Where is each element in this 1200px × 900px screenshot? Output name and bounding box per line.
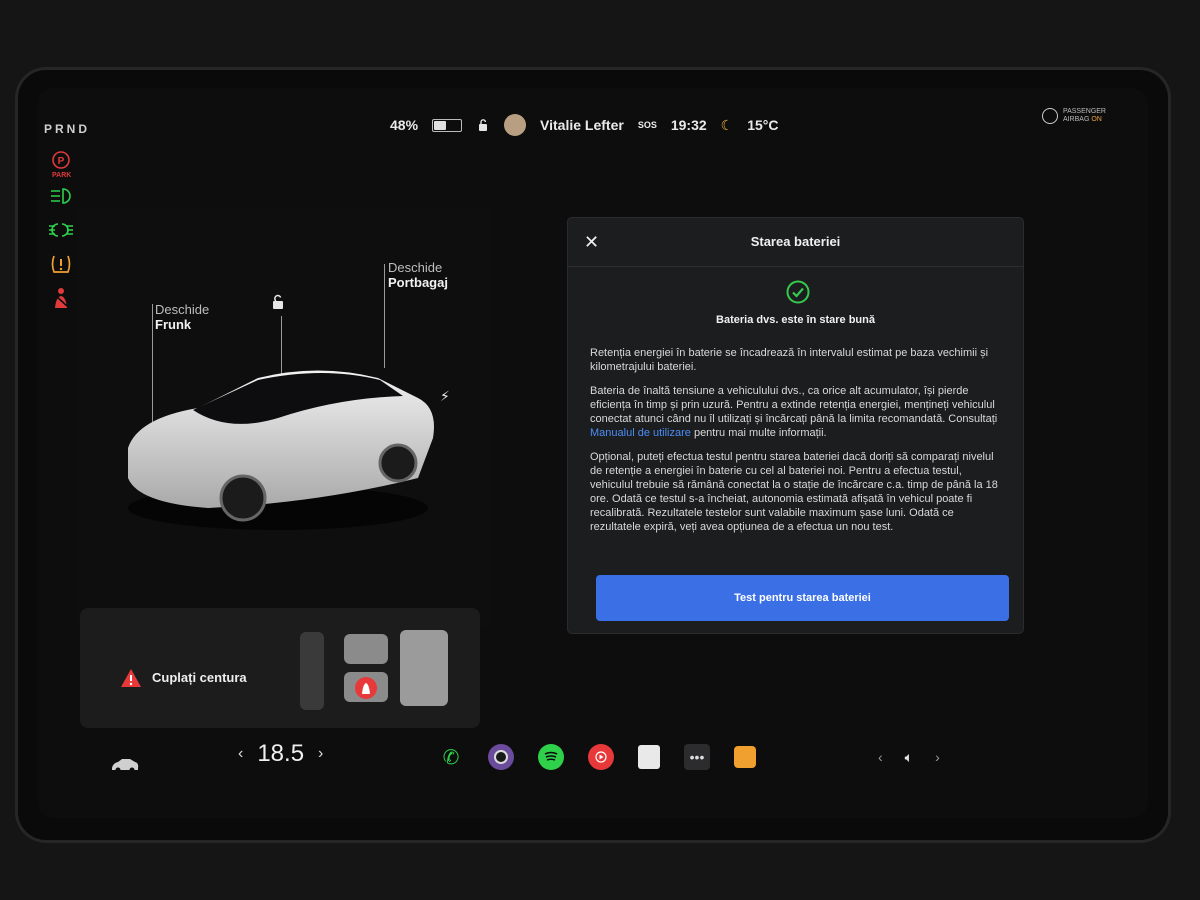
dialog-body: Retenția energiei în baterie se încadrea…	[590, 346, 1005, 544]
climate-control: ‹ 18.5 ›	[238, 740, 323, 768]
frunk-action: Deschide	[155, 302, 210, 317]
trunk-name: Portbagaj	[388, 275, 448, 290]
airbag-state: ON	[1091, 116, 1102, 123]
youtube-music-icon[interactable]	[588, 744, 614, 770]
battery-percent: 48%	[390, 117, 419, 133]
camera-icon[interactable]	[488, 744, 514, 770]
paragraph-retention: Retenția energiei în baterie se încadrea…	[590, 347, 989, 373]
frunk-label[interactable]: Deschide Frunk	[155, 302, 209, 332]
temp-down-button[interactable]: ‹	[238, 745, 243, 763]
cabin-temperature[interactable]: 18.5	[257, 740, 304, 768]
top-status-bar: PRND 48% Vitalie Lefter SOS 19:32 ☾ 15°C…	[38, 88, 1148, 158]
battery-health-dialog: ✕ Starea bateriei Bateria dvs. este în s…	[568, 218, 1023, 633]
calendar-icon[interactable]	[638, 745, 660, 769]
seatbelt-message: Cuplați centura	[152, 670, 247, 685]
park-label: PARK	[52, 172, 72, 179]
lock-icon[interactable]	[476, 118, 490, 132]
more-apps-icon[interactable]: •••	[684, 744, 710, 770]
seatbelt-warning-icon	[48, 286, 74, 310]
unlock-icon[interactable]	[270, 294, 286, 315]
app-dock: ✆ •••	[438, 744, 756, 770]
battery-test-button[interactable]: Test pentru starea bateriei	[596, 575, 1009, 621]
avatar[interactable]	[504, 114, 527, 136]
moon-icon: ☾	[720, 116, 734, 133]
svg-text:P: P	[58, 156, 65, 167]
toybox-icon[interactable]	[734, 746, 756, 768]
volume-control[interactable]: ‹ 🔈︎ ›	[878, 749, 940, 766]
battery-icon	[432, 118, 463, 132]
spotify-icon[interactable]	[538, 744, 564, 770]
sos-icon[interactable]: SOS	[638, 120, 657, 130]
dialog-header: ✕ Starea bateriei	[568, 218, 1023, 267]
profile-name[interactable]: Vitalie Lefter	[540, 117, 624, 133]
temp-up-button[interactable]: ›	[318, 745, 323, 763]
volume-down-icon[interactable]: ‹	[878, 749, 883, 766]
passenger-airbag-status: PASSENGER AIRBAG ON	[1041, 108, 1106, 124]
volume-up-icon[interactable]: ›	[935, 749, 940, 766]
warning-triangle-icon	[120, 668, 142, 693]
manual-link[interactable]: Manualul de utilizare	[590, 427, 691, 439]
bottom-bar: ‹ 18.5 › ✆ ••• ‹ 🔈︎ ›	[38, 738, 1148, 818]
clock: 19:32	[670, 117, 707, 133]
fog-light-icon	[48, 218, 74, 242]
low-beam-icon	[48, 184, 74, 208]
airbag-line2: AIRBAG	[1062, 116, 1090, 123]
outside-temperature: 15°C	[747, 117, 779, 133]
battery-status: Bateria dvs. este în stare bună	[716, 314, 875, 326]
seat-map	[300, 622, 460, 714]
status-cluster: 48% Vitalie Lefter SOS 19:32 ☾ 15°C	[390, 114, 778, 136]
park-brake-icon: P	[48, 150, 74, 174]
gear-indicator: PRND	[44, 122, 91, 136]
trunk-label[interactable]: Deschide Portbagaj	[388, 260, 448, 290]
paragraph-care: Bateria de înaltă tensiune a vehiculului…	[590, 385, 998, 439]
airbag-icon	[1041, 108, 1058, 124]
speaker-icon[interactable]: 🔈︎	[905, 749, 913, 766]
phone-icon[interactable]: ✆	[438, 744, 464, 770]
check-circle-icon	[786, 280, 810, 304]
car-icon[interactable]	[110, 757, 140, 778]
frunk-name: Frunk	[155, 317, 192, 332]
airbag-line1: PASSENGER	[1062, 108, 1106, 115]
paragraph-test: Opțional, puteți efectua testul pentru s…	[590, 451, 998, 533]
touchscreen: PRND 48% Vitalie Lefter SOS 19:32 ☾ 15°C…	[38, 88, 1148, 818]
seatbelt-card: Cuplați centura	[80, 608, 480, 728]
dialog-title: Starea bateriei	[750, 234, 841, 249]
car-3d-image	[128, 370, 434, 530]
tire-pressure-icon	[48, 252, 74, 276]
trunk-action: Deschide	[388, 260, 443, 275]
